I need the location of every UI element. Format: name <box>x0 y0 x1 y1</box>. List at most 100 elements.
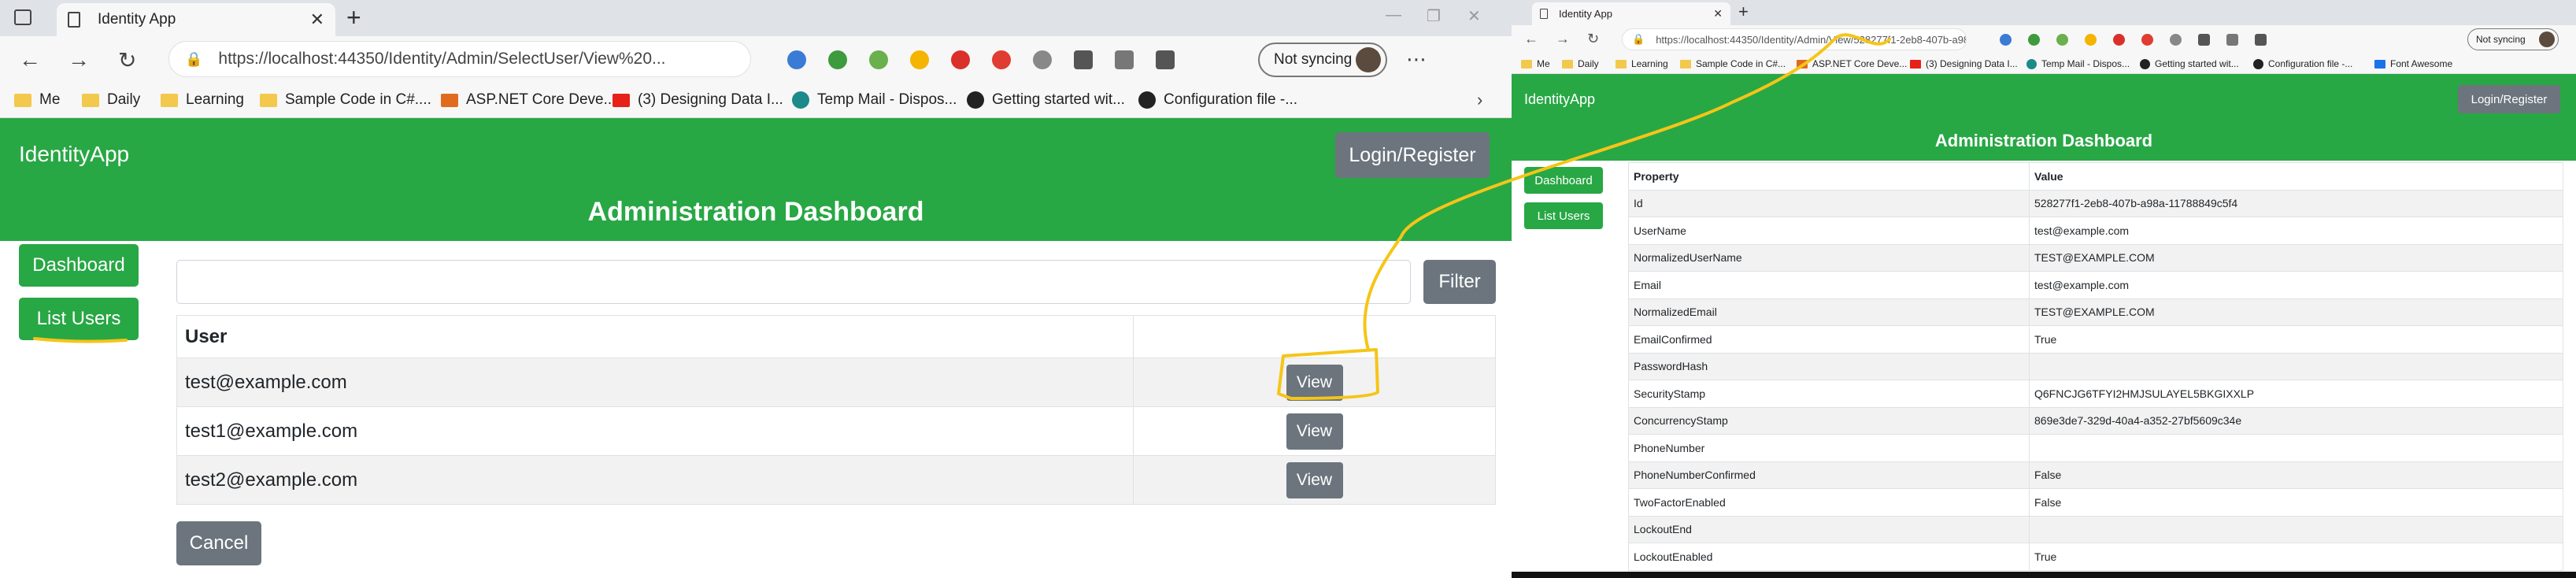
property-value-cell: TEST@EXAMPLE.COM <box>2029 298 2563 326</box>
brand-link[interactable]: IdentityApp <box>19 142 129 167</box>
property-name-cell: TwoFactorEnabled <box>1628 488 2030 517</box>
tab-actions-icon[interactable] <box>14 9 31 25</box>
browser-tab[interactable]: Identity App ✕ <box>1532 2 1730 25</box>
bookmark-item[interactable]: ASP.NET Core Deve... <box>441 91 616 109</box>
browser-tab[interactable]: Identity App ✕ <box>57 3 335 36</box>
property-name-cell: LockoutEnd <box>1628 515 2030 543</box>
restore-icon[interactable]: ❐ <box>1427 6 1441 26</box>
favorites-icon[interactable] <box>2226 34 2238 46</box>
address-bar[interactable]: 🔒 https://localhost:44350/Identity/Admin… <box>1622 28 1967 50</box>
view-button[interactable]: View <box>1286 413 1343 450</box>
property-name-cell: ConcurrencyStamp <box>1628 406 2030 435</box>
more-options-icon[interactable]: ⋯ <box>1406 47 1427 72</box>
property-name-cell: UserName <box>1628 217 2030 245</box>
forward-icon[interactable]: → <box>68 47 90 72</box>
bookmark-item[interactable]: Getting started wit... <box>2140 58 2239 69</box>
refresh-icon[interactable]: ↻ <box>118 47 136 73</box>
folder-icon <box>1680 59 1691 69</box>
adblock-icon[interactable] <box>2113 34 2125 46</box>
table-body: Id 528277f1-2eb8-407b-a98a-11788849c5f4 Us… <box>1628 189 2563 571</box>
bookmark-item[interactable]: Temp Mail - Dispos... <box>2026 58 2130 69</box>
extension-icon[interactable] <box>1033 50 1052 69</box>
table-row: test@example.com View <box>176 358 1496 407</box>
view-button[interactable]: View <box>1286 461 1343 498</box>
left-browser-window: Identity App ✕ + — ❐ ✕ ← → ↻ 🔒 https://l… <box>0 0 1512 578</box>
filter-button[interactable]: Filter <box>1423 260 1496 304</box>
extension-icon[interactable] <box>2170 34 2182 46</box>
filter-input[interactable] <box>176 260 1411 304</box>
web-page: IdentityApp Login/Register Administratio… <box>1512 74 2576 578</box>
sidebar-dashboard-button[interactable]: Dashboard <box>1524 167 1603 194</box>
adblock-icon[interactable] <box>951 50 970 69</box>
back-icon[interactable]: ← <box>1524 31 1538 47</box>
brand-link[interactable]: IdentityApp <box>1524 91 1595 108</box>
address-text: https://localhost:44350/Identity/Admin/S… <box>218 50 666 68</box>
extension-icon[interactable] <box>2141 34 2153 46</box>
bookmark-item[interactable]: Configuration file -... <box>1138 91 1297 109</box>
bookmark-item[interactable]: (3) Designing Data I... <box>1910 58 2018 69</box>
extension-icon[interactable] <box>2085 34 2097 46</box>
bookmark-item[interactable]: Learning <box>161 91 244 109</box>
sidebar-list-users-button[interactable]: List Users <box>19 298 139 340</box>
table-row: test1@example.com View <box>176 406 1496 456</box>
bookmark-item[interactable]: Daily <box>82 91 140 109</box>
property-value-cell <box>2029 352 2563 380</box>
close-window-icon[interactable]: ✕ <box>1468 6 1481 26</box>
new-tab-icon[interactable]: + <box>346 3 361 32</box>
cancel-button[interactable]: Cancel <box>176 521 261 565</box>
new-tab-icon[interactable]: + <box>1738 2 1749 22</box>
folder-icon <box>82 93 99 107</box>
bookmark-item[interactable]: Sample Code in C#... <box>1680 58 1786 69</box>
bookmark-item[interactable]: Me <box>14 91 60 109</box>
github-icon <box>1138 91 1156 109</box>
property-value-cell: True <box>2029 543 2563 571</box>
browser-toolbar: ← → ↻ 🔒 https://localhost:44350/Identity… <box>0 36 1512 83</box>
bookmark-item[interactable]: Daily <box>1562 58 1599 69</box>
chevron-right-icon[interactable]: › <box>1477 90 1482 110</box>
close-tab-icon[interactable]: ✕ <box>1713 7 1723 20</box>
bookmark-item[interactable]: Temp Mail - Dispos... <box>792 91 957 109</box>
login-register-button[interactable]: Login/Register <box>1335 132 1490 178</box>
bookmark-item[interactable]: Getting started wit... <box>967 91 1125 109</box>
minimize-icon[interactable]: — <box>1386 6 1401 24</box>
close-tab-icon[interactable]: ✕ <box>310 9 324 30</box>
bookmark-item[interactable]: Font Awesome <box>2374 58 2452 69</box>
profile-sync-button[interactable]: Not syncing <box>1258 43 1387 77</box>
extension-icon[interactable] <box>2056 34 2068 46</box>
tempmail-icon <box>2026 58 2037 69</box>
bookmark-item[interactable]: (3) Designing Data I... <box>613 91 783 109</box>
profile-sync-button[interactable]: Not syncing <box>2467 28 2559 50</box>
bookmark-item[interactable]: Sample Code in C#.... <box>260 91 431 109</box>
favorites-icon[interactable] <box>1115 50 1134 69</box>
extensions-icon[interactable] <box>1074 50 1093 69</box>
view-button[interactable]: View <box>1286 364 1343 401</box>
forward-icon[interactable]: → <box>1556 31 1570 47</box>
sidebar-list-users-button[interactable]: List Users <box>1524 202 1603 229</box>
table-row: test2@example.com View <box>176 455 1496 505</box>
extension-icon[interactable] <box>2028 34 2040 46</box>
table-row: EmailConfirmed True <box>1628 325 2563 354</box>
bookmark-label: Temp Mail - Dispos... <box>2041 58 2130 69</box>
bookmark-item[interactable]: Learning <box>1616 58 1668 69</box>
bookmark-item[interactable]: ASP.NET Core Deve... <box>1797 58 1907 69</box>
sidebar-dashboard-button[interactable]: Dashboard <box>19 244 139 287</box>
bookmark-label: Configuration file -... <box>1164 91 1298 108</box>
back-icon[interactable]: ← <box>19 47 41 72</box>
login-register-button[interactable]: Login/Register <box>2458 85 2560 113</box>
collections-icon[interactable] <box>2255 34 2267 46</box>
collections-icon[interactable] <box>1156 50 1175 69</box>
extension-icon[interactable] <box>2000 34 2012 46</box>
refresh-icon[interactable]: ↻ <box>1587 31 1599 47</box>
extensions-icon[interactable] <box>2198 34 2210 46</box>
address-bar[interactable]: 🔒 https://localhost:44350/Identity/Admin… <box>168 41 751 77</box>
extension-icon[interactable] <box>910 50 929 69</box>
page-icon <box>68 12 80 28</box>
extension-icon[interactable] <box>869 50 888 69</box>
bookmark-item[interactable]: Configuration file -... <box>2253 58 2352 69</box>
extension-icon[interactable] <box>787 50 806 69</box>
extension-icon[interactable] <box>992 50 1011 69</box>
grid-icon <box>441 93 458 107</box>
extension-icon[interactable] <box>828 50 847 69</box>
table-row: SecurityStamp Q6FNCJG6TFYI2HMJSULAYEL5BKG… <box>1628 380 2563 408</box>
bookmark-item[interactable]: Me <box>1521 58 1550 69</box>
